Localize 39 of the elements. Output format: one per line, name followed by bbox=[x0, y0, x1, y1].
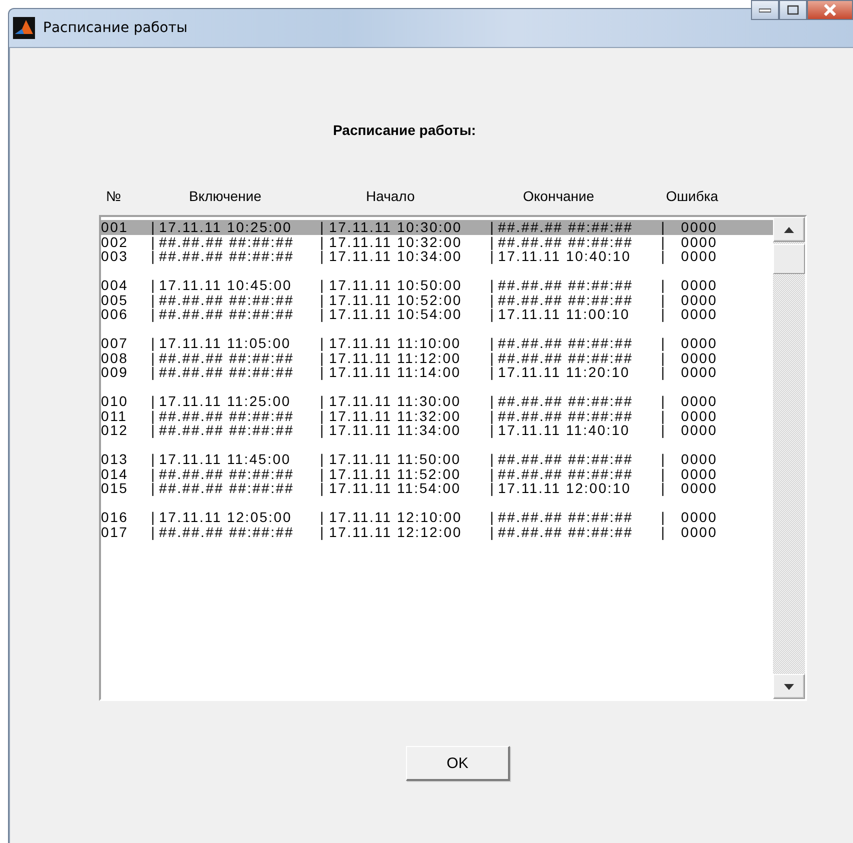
scroll-up-button[interactable] bbox=[773, 217, 805, 242]
column-header: Окончание bbox=[523, 188, 594, 206]
minimize-icon bbox=[759, 7, 771, 13]
maximize-button[interactable] bbox=[779, 0, 807, 20]
column-header: № bbox=[106, 188, 122, 206]
minimize-button[interactable] bbox=[751, 0, 779, 20]
list-item[interactable]: 006 | ##.##.## ##:##:## | 17.11.11 10:54:00 | 17.11.11 11:00:10 | 0000 bbox=[101, 307, 773, 322]
scroll-thumb[interactable] bbox=[773, 244, 805, 274]
ok-button[interactable]: OK bbox=[406, 746, 510, 781]
list-item[interactable]: 015 | ##.##.## ##:##:## | 17.11.11 11:54:00 | 17.11.11 12:00:10 | 0000 bbox=[101, 481, 773, 496]
list-item[interactable]: 013 | 17.11.11 11:45:00 | 17.11.11 11:50:00 | ##.##.## ##:##:## | 0000 bbox=[101, 452, 773, 466]
column-header: Включение bbox=[189, 188, 262, 206]
up-arrow-icon bbox=[784, 226, 794, 232]
list-item[interactable]: 016 | 17.11.11 12:05:00 | 17.11.11 12:10:00 | ##.##.## ##:##:## | 0000 bbox=[101, 510, 773, 524]
dialog-heading: Расписание работы: bbox=[333, 122, 476, 140]
list-item[interactable]: 007 | 17.11.11 11:05:00 | 17.11.11 11:10:00 | ##.##.## ##:##:## | 0000 bbox=[101, 336, 773, 350]
schedule-list[interactable] bbox=[99, 215, 807, 701]
list-item[interactable]: 001 | 17.11.11 10:25:00 | 17.11.11 10:30:00 | ##.##.## ##:##:## | 0000 bbox=[101, 220, 773, 234]
list-item[interactable]: 011 | ##.##.## ##:##:## | 17.11.11 11:32:00 | ##.##.## ##:##:## | 0000 bbox=[101, 408, 773, 423]
scroll-down-button[interactable] bbox=[773, 674, 805, 699]
app-icon bbox=[13, 17, 35, 39]
list-item[interactable]: 010 | 17.11.11 11:25:00 | 17.11.11 11:30:00 | ##.##.## ##:##:## | 0000 bbox=[101, 394, 773, 408]
column-header: Начало bbox=[366, 188, 415, 206]
column-header: Ошибка bbox=[666, 188, 718, 206]
maximize-icon bbox=[787, 5, 799, 15]
close-button[interactable] bbox=[807, 0, 853, 20]
window-title: Расписание работы bbox=[43, 20, 188, 36]
list-item[interactable]: 002 | ##.##.## ##:##:## | 17.11.11 10:32:00 | ##.##.## ##:##:## | 0000 bbox=[101, 234, 773, 249]
list-item[interactable]: 014 | ##.##.## ##:##:## | 17.11.11 11:52:00 | ##.##.## ##:##:## | 0000 bbox=[101, 466, 773, 481]
list-item[interactable]: 005 | ##.##.## ##:##:## | 17.11.11 10:52:00 | ##.##.## ##:##:## | 0000 bbox=[101, 292, 773, 307]
scrollbar[interactable] bbox=[773, 217, 805, 699]
close-icon bbox=[823, 4, 837, 16]
down-arrow-icon bbox=[784, 684, 794, 690]
list-item[interactable]: 012 | ##.##.## ##:##:## | 17.11.11 11:34:00 | 17.11.11 11:40:10 | 0000 bbox=[101, 423, 773, 438]
list-item[interactable]: 008 | ##.##.## ##:##:## | 17.11.11 11:12:00 | ##.##.## ##:##:## | 0000 bbox=[101, 350, 773, 365]
list-item[interactable]: 017 | ##.##.## ##:##:## | 17.11.11 12:12:00 | ##.##.## ##:##:## | 0000 bbox=[101, 524, 773, 539]
list-item[interactable]: 003 | ##.##.## ##:##:## | 17.11.11 10:34:00 | 17.11.11 10:40:10 | 0000 bbox=[101, 249, 773, 264]
list-item[interactable]: 009 | ##.##.## ##:##:## | 17.11.11 11:14:00 | 17.11.11 11:20:10 | 0000 bbox=[101, 365, 773, 380]
list-item[interactable]: 004 | 17.11.11 10:45:00 | 17.11.11 10:50:00 | ##.##.## ##:##:## | 0000 bbox=[101, 278, 773, 292]
